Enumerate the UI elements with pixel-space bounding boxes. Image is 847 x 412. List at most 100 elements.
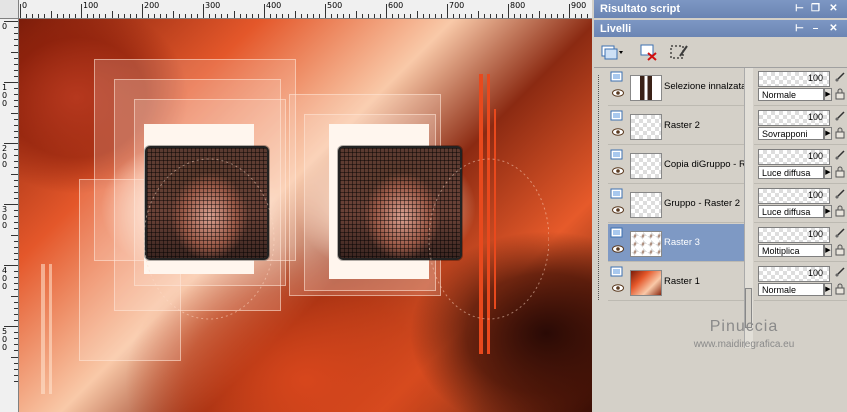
- layer-thumbnail[interactable]: [630, 231, 662, 257]
- lock-icon[interactable]: [835, 244, 845, 256]
- ruler-label: 500: [327, 1, 343, 10]
- ruler-minor-tick: [245, 14, 247, 18]
- script-output-title: Risultato script: [600, 3, 681, 15]
- close-icon[interactable]: ✕: [828, 3, 839, 14]
- chevron-right-icon[interactable]: ▶: [824, 205, 832, 218]
- layer-thumbnail[interactable]: [630, 192, 662, 218]
- ruler-minor-tick: [14, 222, 18, 224]
- layer-thumbnail[interactable]: [630, 75, 662, 101]
- brush-icon[interactable]: [835, 150, 845, 160]
- opacity-slider[interactable]: 100: [758, 266, 830, 282]
- eye-icon[interactable]: [612, 284, 624, 292]
- ruler-minor-tick: [87, 14, 89, 18]
- layer-row[interactable]: Copia diGruppo - R: [608, 146, 744, 184]
- ruler-minor-tick: [14, 271, 18, 273]
- blend-mode-select[interactable]: Normale: [758, 88, 824, 101]
- ruler-minor-tick: [526, 14, 528, 18]
- ruler-major-tick: [386, 4, 387, 18]
- blend-mode-select[interactable]: Luce diffusa: [758, 205, 824, 218]
- layer-properties-row: 100 Normale ▶: [754, 68, 847, 106]
- ruler-minor-tick: [14, 313, 18, 315]
- ruler-minor-tick: [14, 75, 18, 77]
- layer-row[interactable]: Raster 3: [608, 224, 744, 262]
- layer-name: Gruppo - Raster 2: [664, 198, 741, 209]
- new-layer-button[interactable]: [600, 42, 623, 62]
- lock-icon[interactable]: [835, 127, 845, 139]
- ruler-minor-tick: [14, 161, 18, 163]
- ruler-minor-tick: [14, 210, 18, 212]
- ruler-minor-tick: [14, 289, 18, 291]
- eye-icon[interactable]: [612, 167, 624, 175]
- ruler-major-tick: [569, 4, 570, 18]
- layers-scrollbar[interactable]: [744, 68, 753, 348]
- ruler-minor-tick: [471, 14, 473, 18]
- restore-icon[interactable]: ❐: [810, 3, 821, 14]
- brush-icon[interactable]: [835, 228, 845, 238]
- ruler-minor-tick: [14, 380, 18, 382]
- edit-selection-button[interactable]: [668, 42, 690, 62]
- eye-icon[interactable]: [612, 245, 624, 253]
- blend-mode-select[interactable]: Luce diffusa: [758, 166, 824, 179]
- opacity-slider[interactable]: 100: [758, 227, 830, 243]
- ruler-minor-tick: [294, 11, 296, 18]
- ruler-label: 400: [266, 1, 282, 10]
- minimize-icon[interactable]: –: [810, 23, 821, 34]
- ruler-minor-tick: [11, 51, 18, 53]
- chevron-right-icon[interactable]: ▶: [824, 283, 832, 296]
- layer-thumbnail[interactable]: [630, 114, 662, 140]
- opacity-slider[interactable]: 100: [758, 188, 830, 204]
- opacity-slider[interactable]: 100: [758, 149, 830, 165]
- layer-row[interactable]: Selezione innalzata: [608, 68, 744, 106]
- ruler-minor-tick: [282, 14, 284, 18]
- image-canvas[interactable]: [19, 19, 592, 412]
- eye-icon[interactable]: [612, 89, 624, 97]
- ruler-minor-tick: [581, 14, 583, 18]
- ruler-major-tick: [325, 4, 326, 18]
- blend-mode-select[interactable]: Sovrapponi: [758, 127, 824, 140]
- raster-layer-icon: [610, 71, 623, 82]
- delete-layer-button[interactable]: [638, 42, 660, 62]
- opacity-slider[interactable]: 100: [758, 110, 830, 126]
- ruler-minor-tick: [135, 14, 137, 18]
- chevron-right-icon[interactable]: ▶: [824, 127, 832, 140]
- eye-icon[interactable]: [612, 128, 624, 136]
- layer-row[interactable]: Raster 1: [608, 263, 744, 301]
- close-icon[interactable]: ✕: [828, 23, 839, 34]
- blend-mode-select[interactable]: Normale: [758, 283, 824, 296]
- layer-thumbnail[interactable]: [630, 153, 662, 179]
- layers-titlebar[interactable]: Livelli ⊢ – ✕: [594, 20, 847, 38]
- delete-layer-icon: [640, 44, 657, 61]
- ruler-label: 0: [22, 1, 28, 10]
- ruler-minor-tick: [178, 14, 180, 18]
- ruler-minor-tick: [117, 14, 119, 18]
- layer-properties-row: 100 Luce diffusa ▶: [754, 185, 847, 223]
- new-layer-icon: [601, 45, 623, 60]
- ruler-minor-tick: [465, 14, 467, 18]
- eye-icon[interactable]: [612, 206, 624, 214]
- pin-icon[interactable]: ⊢: [794, 3, 805, 14]
- lock-icon[interactable]: [835, 88, 845, 100]
- lock-icon[interactable]: [835, 283, 845, 295]
- blend-mode-select[interactable]: Moltiplica: [758, 244, 824, 257]
- opacity-slider[interactable]: 100: [758, 71, 830, 87]
- chevron-right-icon[interactable]: ▶: [824, 166, 832, 179]
- chevron-right-icon[interactable]: ▶: [824, 244, 832, 257]
- brush-icon[interactable]: [835, 267, 845, 277]
- ruler-minor-tick: [93, 14, 95, 18]
- pin-icon[interactable]: ⊢: [794, 23, 805, 34]
- ruler-minor-tick: [14, 246, 18, 248]
- layer-thumbnail[interactable]: [630, 270, 662, 296]
- ruler-label: 300: [2, 205, 8, 230]
- lock-icon[interactable]: [835, 205, 845, 217]
- brush-icon[interactable]: [835, 189, 845, 199]
- lock-icon[interactable]: [835, 166, 845, 178]
- layer-tree-line: [598, 75, 600, 300]
- brush-icon[interactable]: [835, 111, 845, 121]
- script-output-titlebar[interactable]: Risultato script ⊢ ❐ ✕: [594, 0, 847, 18]
- layer-name: Copia diGruppo - R: [664, 159, 744, 170]
- brush-icon[interactable]: [835, 72, 845, 82]
- ruler-minor-tick: [14, 344, 18, 346]
- layer-row[interactable]: Gruppo - Raster 2: [608, 185, 744, 223]
- chevron-right-icon[interactable]: ▶: [824, 88, 832, 101]
- layer-row[interactable]: Raster 2: [608, 107, 744, 145]
